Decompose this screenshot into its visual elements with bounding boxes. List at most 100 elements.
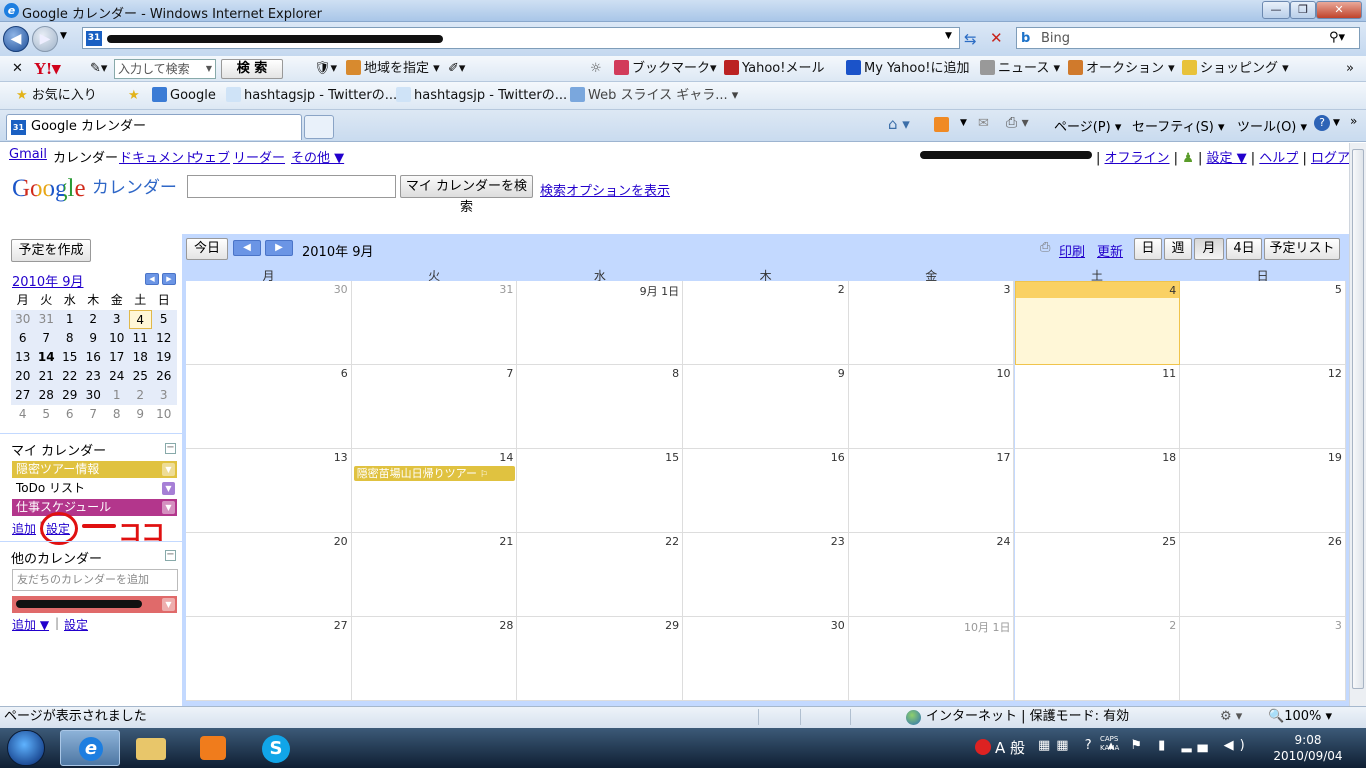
mini-day[interactable]: 9	[129, 405, 153, 424]
day-number[interactable]: 31	[499, 283, 513, 296]
mini-day[interactable]: 13	[11, 348, 35, 367]
day-number[interactable]: 28	[499, 619, 513, 632]
google-calendar-logo[interactable]: Google カレンダー	[12, 173, 177, 203]
search-icon[interactable]: ⚲▾	[1329, 30, 1345, 45]
day-number[interactable]: 26	[1328, 535, 1342, 548]
new-tab-button[interactable]	[304, 115, 334, 139]
tab-google-calendar[interactable]: 31 Google カレンダー	[6, 114, 302, 140]
mini-prev-icon[interactable]: ◀	[145, 273, 159, 285]
other-calendars-settings-link[interactable]: 設定	[64, 616, 88, 633]
view-month-button[interactable]: 月	[1194, 238, 1224, 260]
taskbar-ie-button[interactable]: e	[60, 730, 120, 766]
day-cell[interactable]: 22	[517, 533, 684, 617]
flask-icon[interactable]: ♟	[1182, 151, 1194, 166]
day-number[interactable]: 11	[1162, 367, 1176, 380]
day-number[interactable]: 2	[1169, 619, 1176, 632]
mini-day[interactable]: 30	[11, 310, 35, 329]
view-4day-button[interactable]: 4日	[1226, 238, 1262, 260]
toolbar-mail[interactable]: Yahoo!メール	[724, 56, 824, 82]
day-cell[interactable]: 28	[351, 617, 518, 701]
scrollbar-thumb[interactable]	[1352, 149, 1364, 689]
day-cell[interactable]: 11	[1014, 365, 1181, 449]
help-dropdown-icon[interactable]: ▼	[1333, 118, 1340, 128]
day-number[interactable]: 15	[665, 451, 679, 464]
day-number[interactable]: 9	[838, 367, 845, 380]
fav-link-webslice[interactable]: Web スライス ギャラ... ▾	[570, 82, 738, 110]
day-number[interactable]: 16	[831, 451, 845, 464]
gbar-web[interactable]: ウェブ	[191, 147, 230, 166]
mini-day[interactable]: 11	[129, 329, 153, 348]
day-number[interactable]: 14	[499, 451, 513, 464]
day-cell[interactable]: 12	[1180, 365, 1346, 449]
mini-day[interactable]: 27	[11, 386, 35, 405]
chevron-right-icon[interactable]: »	[1346, 56, 1354, 82]
refresh-icon[interactable]: ⇆	[964, 30, 977, 48]
day-cell[interactable]: 21	[351, 533, 518, 617]
settings-icon[interactable]: ⚙ ▾	[1220, 707, 1242, 727]
search-box[interactable]: b Bing ⚲▾	[1016, 27, 1360, 49]
day-cell[interactable]: 17	[848, 449, 1015, 533]
other-calendar-item[interactable]: ▼	[12, 596, 177, 613]
rss-icon[interactable]	[934, 117, 949, 132]
mini-day[interactable]: 3	[105, 310, 129, 329]
day-cell[interactable]: 15	[517, 449, 684, 533]
day-cell[interactable]: 2	[1014, 617, 1181, 701]
taskbar-explorer-button[interactable]	[122, 730, 182, 766]
tools-menu[interactable]: ツール(O) ▾	[1237, 116, 1307, 135]
mini-day[interactable]: 10	[105, 329, 129, 348]
calendar-search-input[interactable]	[187, 175, 396, 198]
day-number[interactable]: 25	[1162, 535, 1176, 548]
toolbar-region[interactable]: 地域を指定 ▾	[346, 56, 440, 82]
refresh-link[interactable]: 更新	[1097, 241, 1123, 260]
security-zone[interactable]: インターネット | 保護モード: 有効	[926, 707, 1129, 727]
gbar-gmail[interactable]: Gmail	[9, 147, 47, 162]
day-number[interactable]: 21	[499, 535, 513, 548]
today-button[interactable]: 今日	[186, 238, 228, 260]
view-agenda-button[interactable]: 予定リスト	[1264, 238, 1340, 260]
day-number[interactable]: 27	[334, 619, 348, 632]
mini-day[interactable]: 12	[152, 329, 176, 348]
yahoo-logo[interactable]: Y!▾	[34, 56, 60, 82]
mini-day[interactable]: 5	[35, 405, 59, 424]
collapse-my-calendars-icon[interactable]: −	[165, 443, 176, 454]
day-cell[interactable]: 9月 1日	[517, 281, 684, 365]
gbar-help[interactable]: ヘルプ	[1259, 151, 1298, 166]
calendar-menu-icon[interactable]: ▼	[162, 463, 175, 476]
address-dropdown-icon[interactable]: ▼	[945, 31, 952, 41]
bookmark-icon[interactable]: ☼	[590, 56, 602, 82]
day-cell[interactable]: 7	[351, 365, 518, 449]
day-cell[interactable]: 25	[1014, 533, 1181, 617]
mini-day[interactable]: 1	[58, 310, 82, 329]
day-cell[interactable]: 3	[848, 281, 1015, 365]
toolbar-bookmarks[interactable]: ブックマーク▾	[614, 56, 717, 82]
gbar-settings[interactable]: 設定 ▼	[1207, 151, 1247, 166]
day-cell[interactable]: 10月 1日	[848, 617, 1015, 701]
mini-day[interactable]: 14	[35, 348, 59, 367]
mini-day[interactable]: 7	[35, 329, 59, 348]
day-number[interactable]: 29	[665, 619, 679, 632]
prev-month-icon[interactable]: ◀	[233, 240, 261, 256]
mini-day[interactable]: 18	[129, 348, 153, 367]
help-icon[interactable]: ?	[1314, 115, 1330, 131]
day-number[interactable]: 24	[996, 535, 1010, 548]
create-event-button[interactable]: 予定を作成	[11, 239, 91, 262]
safety-menu[interactable]: セーフティ(S) ▾	[1132, 116, 1225, 135]
my-calendars-title[interactable]: マイ カレンダー	[11, 440, 106, 459]
my-calendars-add-link[interactable]: 追加	[12, 520, 36, 537]
day-cell[interactable]: 24	[848, 533, 1015, 617]
mini-day[interactable]: 6	[11, 329, 35, 348]
mini-day[interactable]: 23	[82, 367, 106, 386]
tray-icons[interactable]: ▦▦ ? ▴ ⚑ ▮ ▂▄ ◀)	[1038, 738, 1251, 753]
mini-day[interactable]: 1	[105, 386, 129, 405]
forward-button[interactable]: ▶	[32, 26, 58, 52]
mini-day[interactable]: 8	[58, 329, 82, 348]
fav-link-google[interactable]: Google	[152, 82, 216, 110]
mini-day[interactable]: 24	[105, 367, 129, 386]
print-icon[interactable]: ⎙ ▾	[1006, 115, 1029, 131]
mini-day[interactable]: 4	[11, 405, 35, 424]
home-icon[interactable]: ⌂ ▾	[888, 115, 910, 133]
gbar-documents[interactable]: ドキュメント	[119, 147, 197, 166]
day-cell[interactable]: 14 隠密苗場山日帰りツアー ⚐	[351, 449, 518, 533]
add-favorite-icon[interactable]: ★	[128, 82, 140, 110]
add-friend-calendar-input[interactable]: 友だちのカレンダーを追加	[12, 569, 178, 591]
